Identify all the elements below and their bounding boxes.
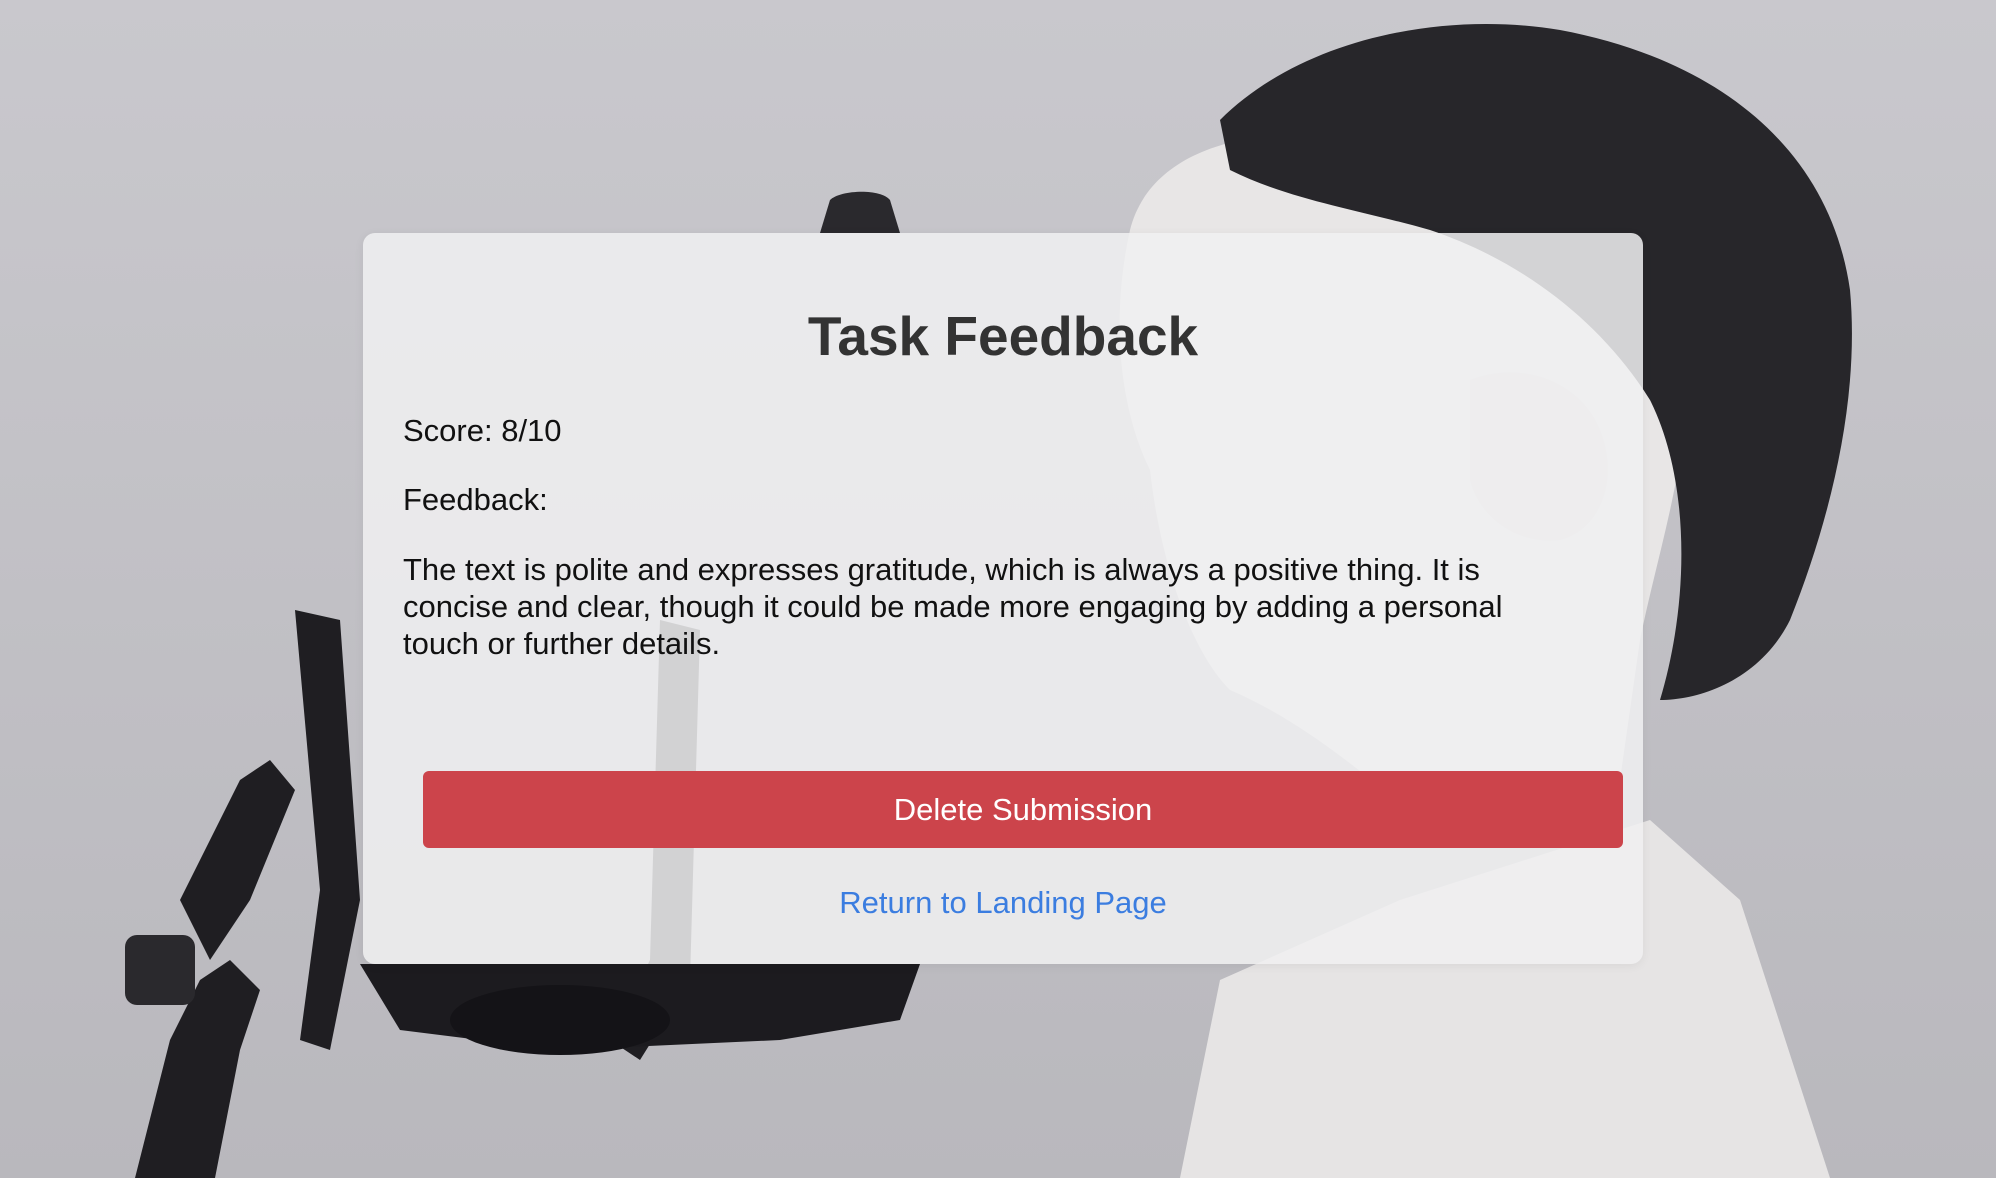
mic-ring-shape	[450, 985, 670, 1055]
mic-arm-shape	[180, 760, 295, 960]
score-text: Score: 8/10	[403, 413, 562, 448]
feedback-label: Feedback:	[403, 482, 548, 517]
pop-filter-shape	[820, 191, 900, 233]
mic-knob-shape	[125, 935, 195, 1005]
delete-submission-button[interactable]: Delete Submission	[423, 771, 1623, 848]
feedback-text: The text is polite and expresses gratitu…	[403, 552, 1503, 661]
return-to-landing-link[interactable]: Return to Landing Page	[363, 885, 1643, 921]
shock-mount-shape	[295, 610, 360, 1050]
feedback-card: Task Feedback Score: 8/10 Feedback: The …	[363, 233, 1643, 964]
page-title: Task Feedback	[807, 305, 1199, 367]
